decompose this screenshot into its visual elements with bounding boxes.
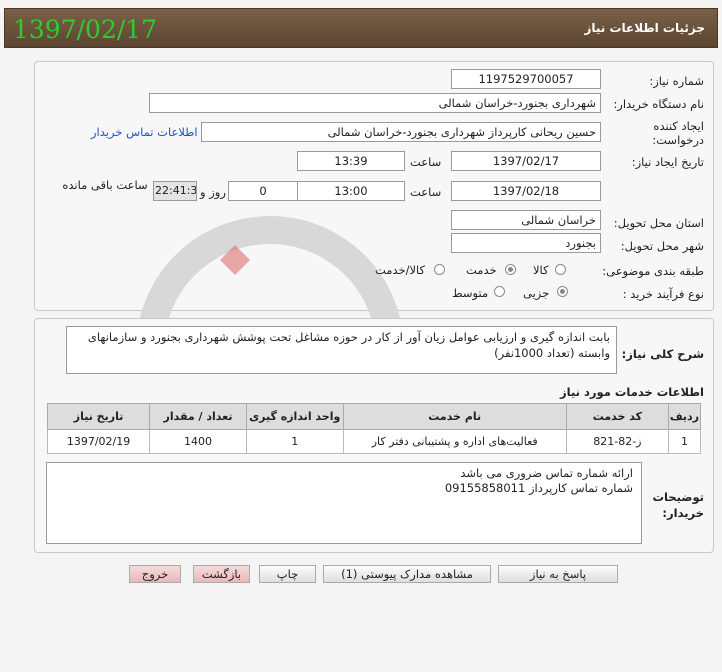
province-label: استان محل تحویل: <box>613 216 704 230</box>
buyer-notes-textarea: ارائه شماره تماس ضروری می باشد شماره تما… <box>46 462 642 544</box>
column-header: نام خدمت <box>342 403 567 430</box>
buyer-notes-label: توضیحات خریدار: <box>652 490 705 520</box>
category-radio-service[interactable] <box>505 264 516 275</box>
print-button[interactable]: چاپ <box>259 565 316 583</box>
created-time-field: 13:39 <box>297 151 405 171</box>
table-cell: 1 <box>667 429 702 454</box>
process-radio-medium[interactable] <box>494 286 505 297</box>
creator-label: ایجاد کننده درخواست: <box>652 119 704 147</box>
created-time-label: ساعت <box>410 155 442 169</box>
process-option-minor: جزیی <box>523 286 550 300</box>
creator-field: حسین ریحانی کارپرداز شهرداری بجنورد-خراس… <box>201 122 601 142</box>
attachments-button[interactable]: مشاهده مدارک پیوستی (1) <box>323 565 491 583</box>
description-label: شرح کلی نیاز: <box>621 347 704 361</box>
table-header-row: ردیف کد خدمت نام خدمت واحد اندازه گیری ت… <box>46 403 702 430</box>
category-radio-goods-service[interactable] <box>434 264 445 275</box>
table-cell: فعالیت‌های اداره و پشتیبانی دفتر کار <box>342 429 567 454</box>
column-header: کد خدمت <box>565 403 669 430</box>
column-header: ردیف <box>667 403 702 430</box>
table-cell: 1 <box>245 429 344 454</box>
buyer-notes-line-1: ارائه شماره تماس ضروری می باشد <box>460 466 633 480</box>
category-option-goods: کالا <box>533 263 549 277</box>
remaining-time-label: ساعت باقی مانده <box>62 178 148 192</box>
table-cell: 1397/02/19 <box>46 429 151 454</box>
description-textarea: بابت اندازه گیری و ارزیابی عوامل زیان آو… <box>66 326 617 374</box>
table-row: 1 ز-82-821 فعالیت‌های اداره و پشتیبانی د… <box>46 429 702 454</box>
need-number-field: 1197529700057 <box>451 69 601 89</box>
buyer-org-label: نام دستگاه خریدار: <box>613 97 704 111</box>
process-option-medium: متوسط <box>452 286 489 300</box>
category-label: طبقه بندی موضوعی: <box>602 264 704 278</box>
category-radio-goods[interactable] <box>555 264 566 275</box>
buyer-notes-line-2: شماره تماس کارپرداز 09155858011 <box>444 481 633 495</box>
created-date-field: 1397/02/17 <box>451 151 601 171</box>
column-header: واحد اندازه گیری <box>245 403 344 430</box>
page-title: جزئیات اطلاعات نیاز <box>584 21 705 35</box>
services-title: اطلاعات خدمات مورد نیاز <box>560 385 704 399</box>
validity-date-field: 1397/02/18 <box>451 181 601 201</box>
validity-time-label: ساعت <box>410 185 442 199</box>
remaining-time-field: 22:41:33 <box>153 181 197 201</box>
validity-time-field: 13:00 <box>297 181 405 201</box>
table-cell: 1400 <box>149 429 247 454</box>
page-header: 1397/02/17 جزئیات اطلاعات نیاز <box>4 8 718 48</box>
process-radio-minor[interactable] <box>557 286 568 297</box>
column-header: تاریخ نیاز <box>46 403 151 430</box>
created-date-label: تاریخ ایجاد نیاز: <box>631 155 704 169</box>
days-field: 0 <box>228 181 298 201</box>
category-option-goods-service: کالا/خدمت <box>375 263 426 277</box>
category-option-service: خدمت <box>466 263 497 277</box>
province-field: خراسان شمالی <box>451 210 601 230</box>
buyer-org-field: شهرداری بجنورد-خراسان شمالی <box>149 93 601 113</box>
process-label: نوع فرآیند خرید : <box>622 287 704 301</box>
back-button[interactable]: بازگشت <box>193 565 250 583</box>
table-cell: ز-82-821 <box>565 429 669 454</box>
contact-info-link[interactable]: اطلاعات تماس خریدار <box>91 125 198 139</box>
services-table: ردیف کد خدمت نام خدمت واحد اندازه گیری ت… <box>46 403 702 454</box>
exit-button[interactable]: خروج <box>129 565 181 583</box>
column-header: تعداد / مقدار <box>149 403 247 430</box>
header-date: 1397/02/17 <box>13 15 158 44</box>
need-number-label: شماره نیاز: <box>649 74 704 88</box>
day-and-label: روز و <box>200 185 226 199</box>
city-field: بجنورد <box>451 233 601 253</box>
city-label: شهر محل تحویل: <box>620 239 704 253</box>
reply-button[interactable]: پاسخ به نیاز <box>498 565 618 583</box>
